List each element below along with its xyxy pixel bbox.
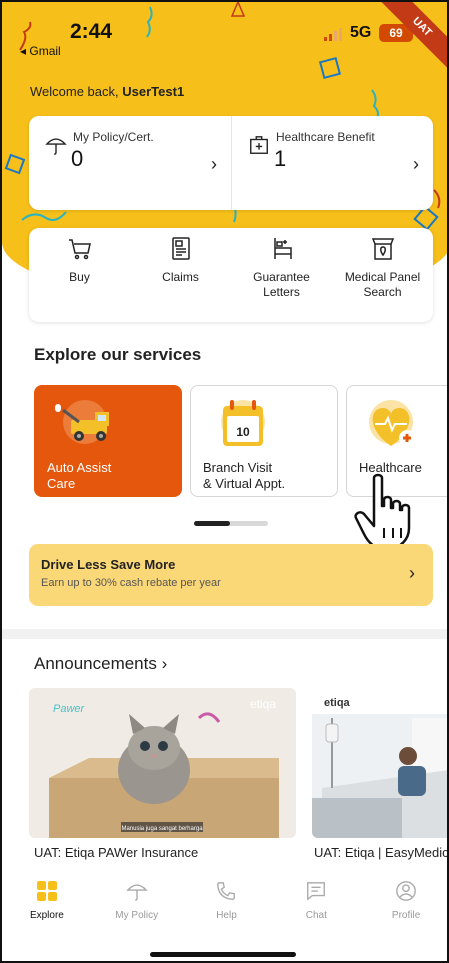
- announcement-card-pawer[interactable]: Manusia juga sangat berharga etiqa Pawer: [29, 688, 296, 838]
- healthcare-benefit-summary[interactable]: Healthcare Benefit 1 ›: [231, 116, 433, 210]
- etiqa-logo: etiqa: [324, 697, 351, 709]
- promo-title: Drive Less Save More: [41, 557, 176, 572]
- signal-strength-icon: [324, 28, 342, 41]
- umbrella-icon: [125, 884, 148, 901]
- tab-profile[interactable]: Profile: [361, 872, 447, 942]
- promo-banner[interactable]: Drive Less Save More Earn up to 30% cash…: [29, 544, 433, 606]
- carousel-pager-active: [194, 521, 230, 526]
- clinic-location-icon: [371, 238, 394, 260]
- welcome-prefix: Welcome back,: [30, 84, 119, 99]
- profile-icon: [396, 881, 416, 901]
- tab-my-policy-label: My Policy: [115, 910, 159, 921]
- home-indicator[interactable]: [150, 952, 296, 957]
- tab-profile-label: Profile: [391, 910, 421, 921]
- my-policy-summary[interactable]: My Policy/Cert. 0 ›: [29, 116, 231, 210]
- claims-document-icon: [171, 237, 190, 260]
- tab-chat[interactable]: Chat: [271, 872, 361, 942]
- etiqa-logo: etiqa: [250, 697, 276, 711]
- auto-assist-care-label: Auto Assist Care: [47, 460, 112, 491]
- announcements-title: Announcements: [34, 654, 157, 673]
- healthcare-benefit-count: 1: [274, 146, 287, 171]
- pointer-hand-cursor-icon: [354, 473, 411, 550]
- quick-action-medical-panel-search[interactable]: Medical Panel Search: [332, 228, 433, 322]
- heart-health-illustration: [369, 400, 415, 446]
- announcement-card-easymedic[interactable]: etiqa: [312, 688, 447, 838]
- branch-visit-label: Branch Visit & Virtual Appt.: [203, 460, 286, 491]
- tab-help-label: Help: [216, 910, 237, 921]
- promo-subtitle: Earn up to 30% cash rebate per year: [41, 577, 221, 589]
- bottom-tab-bar: Explore My Policy Help Chat Profile: [2, 872, 447, 942]
- kitten-in-box-image: Manusia juga sangat berharga etiqa Pawer: [29, 688, 296, 838]
- announcement-caption-easymedic: UAT: Etiqa | EasyMedic: [314, 845, 449, 860]
- back-to-app-link[interactable]: ◂ Gmail: [20, 44, 61, 58]
- umbrella-icon: [45, 138, 67, 155]
- service-auto-assist-care[interactable]: Auto Assist Care: [34, 385, 182, 497]
- announcements-link[interactable]: Announcements ›: [34, 654, 167, 674]
- buy-label: Buy: [69, 270, 90, 284]
- explore-grid-icon: [36, 881, 57, 901]
- policy-summary-card: My Policy/Cert. 0 › Healthcare Benefit 1…: [29, 116, 433, 210]
- status-time: 2:44: [70, 20, 113, 43]
- chevron-right-icon: ›: [413, 154, 419, 174]
- calendar-day-number: 10: [236, 425, 250, 439]
- tab-explore-label: Explore: [29, 910, 64, 921]
- welcome-message: Welcome back, UserTest1: [30, 84, 184, 99]
- my-policy-count: 0: [71, 146, 84, 171]
- my-policy-label: My Policy/Cert.: [73, 130, 154, 144]
- tab-explore[interactable]: Explore: [2, 872, 92, 942]
- section-divider: [2, 629, 447, 639]
- guarantee-letters-label: Guarantee Letters: [253, 270, 310, 299]
- cart-icon: [68, 239, 91, 260]
- quick-actions-card: Buy Claims Guarantee Letters Medical Pane…: [29, 228, 433, 322]
- pawer-logo: Pawer: [53, 703, 86, 715]
- username: UserTest1: [122, 84, 185, 99]
- services-section-title: Explore our services: [34, 345, 202, 364]
- calendar-illustration: 10: [221, 400, 265, 446]
- quick-action-buy[interactable]: Buy: [29, 228, 130, 322]
- quick-action-guarantee-letters[interactable]: Guarantee Letters: [231, 228, 332, 322]
- medical-panel-search-label: Medical Panel Search: [344, 270, 421, 299]
- chat-icon: [307, 882, 326, 901]
- announcement-caption-pawer: UAT: Etiqa PAWer Insurance: [34, 845, 199, 860]
- chevron-right-icon: ›: [211, 154, 217, 174]
- phone-icon: [217, 882, 236, 900]
- hospital-patient-image: etiqa: [312, 688, 447, 838]
- medical-kit-icon: [250, 136, 268, 154]
- back-app-label: Gmail: [29, 44, 61, 58]
- tow-truck-illustration: [55, 400, 109, 444]
- healthcare-benefit-label: Healthcare Benefit: [276, 130, 375, 144]
- hospital-bed-icon: [273, 238, 292, 259]
- network-type: 5G: [350, 24, 372, 41]
- quick-action-claims[interactable]: Claims: [130, 228, 231, 322]
- image-overlay-caption: Manusia juga sangat berharga: [121, 826, 203, 832]
- carousel-pager: [194, 521, 268, 526]
- tab-my-policy[interactable]: My Policy: [92, 872, 182, 942]
- status-bar: 2:44 ◂ Gmail 5G 69 UAT: [2, 2, 447, 74]
- tab-chat-label: Chat: [305, 910, 327, 921]
- claims-label: Claims: [162, 270, 199, 284]
- service-branch-visit[interactable]: 10 Branch Visit & Virtual Appt.: [190, 385, 338, 497]
- tab-help[interactable]: Help: [182, 872, 272, 942]
- chevron-right-icon: ›: [409, 563, 415, 583]
- chevron-right-icon: ›: [161, 654, 168, 673]
- app-screen: 2:44 ◂ Gmail 5G 69 UAT Welcome back, Use…: [0, 0, 449, 963]
